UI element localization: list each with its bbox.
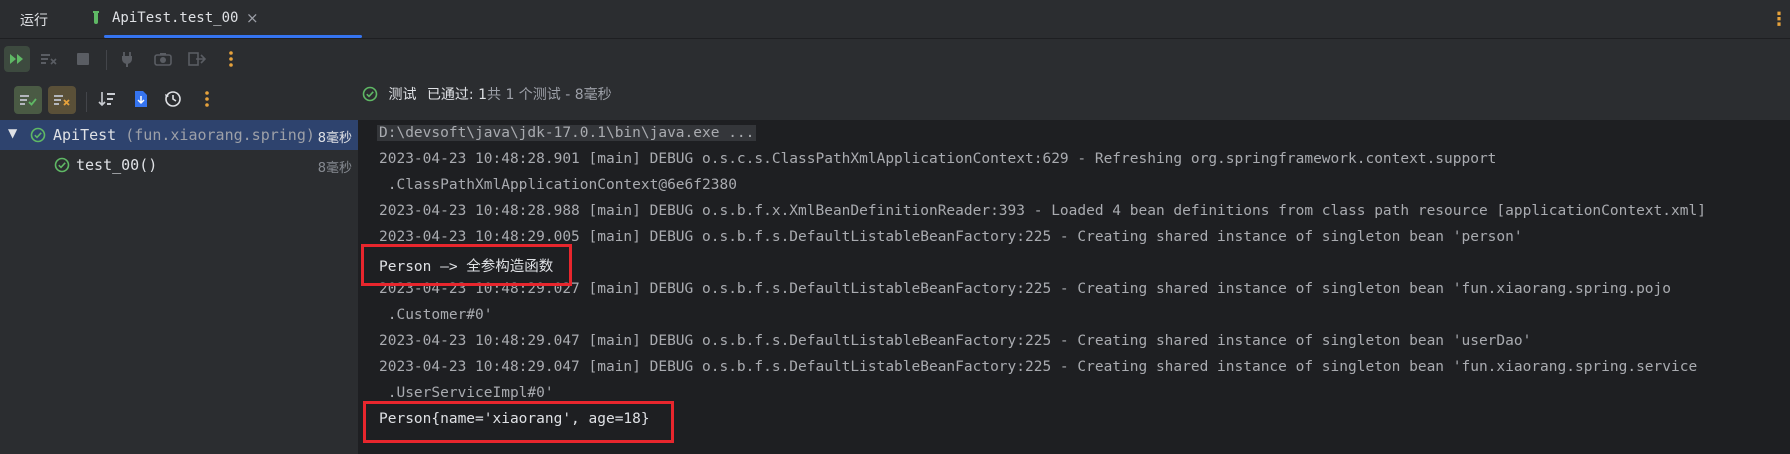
sort-icon[interactable] <box>94 86 120 112</box>
status-total-text: 共 1 个测试 - 8毫秒 <box>487 87 612 103</box>
console-line-command: D:\devsoft\java\jdk-17.0.1\bin\java.exe … <box>377 125 757 141</box>
annotation-highlight-box <box>363 401 674 443</box>
run-toolbar <box>0 40 1790 76</box>
run-tool-window-title: 运行 <box>20 13 48 29</box>
console-line-log: 2023-04-23 10:48:29.027 [main] DEBUG o.s… <box>379 281 1672 297</box>
test-duration: 8毫秒 <box>317 161 352 176</box>
tree-more-icon[interactable] <box>194 86 220 112</box>
exit-icon[interactable] <box>184 46 210 72</box>
active-tab-indicator <box>104 35 362 38</box>
tab-label: ApiTest.test_00 <box>112 10 239 26</box>
passed-check-icon <box>30 127 46 143</box>
annotation-highlight-box <box>361 244 572 286</box>
rerun-icon[interactable] <box>4 46 30 72</box>
console-line-log: .UserServiceImpl#0' <box>379 385 554 401</box>
tree-item-label: ApiTest (fun.xiaorang.spring) <box>53 126 315 144</box>
attach-debugger-icon[interactable] <box>114 46 140 72</box>
test-class-name: ApiTest <box>53 126 117 144</box>
test-tree-toolbar <box>0 82 358 118</box>
toolbar-separator <box>106 50 107 70</box>
console-line-log: 2023-04-23 10:48:28.988 [main] DEBUG o.s… <box>379 203 1706 219</box>
passed-check-icon <box>362 86 378 106</box>
passed-check-icon <box>54 157 70 173</box>
console-line-log: .ClassPathXmlApplicationContext@6e6f2380 <box>379 177 737 193</box>
test-results-tree: ▼ ApiTest (fun.xiaorang.spring) 8毫秒 test… <box>0 120 358 454</box>
more-options-icon[interactable] <box>218 46 244 72</box>
console-output[interactable]: D:\devsoft\java\jdk-17.0.1\bin\java.exe … <box>359 120 1790 454</box>
console-line-log: 2023-04-23 10:48:28.901 [main] DEBUG o.s… <box>379 151 1497 167</box>
toolbar-separator <box>86 92 87 112</box>
import-tests-icon[interactable] <box>128 86 154 112</box>
test-status-summary: 测试 已通过: 1共 1 个测试 - 8毫秒 <box>362 84 612 106</box>
test-package-name: (fun.xiaorang.spring) <box>125 126 315 144</box>
stop-icon[interactable] <box>70 46 96 72</box>
status-test-label: 测试 <box>388 87 417 103</box>
show-ignored-icon[interactable] <box>48 86 76 114</box>
console-line-log: 2023-04-23 10:48:29.005 [main] DEBUG o.s… <box>379 229 1523 245</box>
console-line-log: .Customer#0' <box>379 307 493 323</box>
history-icon[interactable] <box>160 86 186 112</box>
test-method-name: test_00() <box>76 156 158 174</box>
tab-apitest-test00[interactable]: ApiTest.test_00 × <box>92 0 362 38</box>
status-passed-count: 1 <box>478 87 487 103</box>
tree-item-test00[interactable]: test_00() 8毫秒 <box>0 150 358 180</box>
status-passed-label: 已通过: <box>426 87 474 103</box>
options-menu-icon[interactable]: ⋮ <box>1770 9 1788 30</box>
screenshot-icon[interactable] <box>150 46 176 72</box>
test-tube-icon <box>92 11 100 25</box>
show-passed-icon[interactable] <box>14 86 42 114</box>
console-line-log: 2023-04-23 10:48:29.047 [main] DEBUG o.s… <box>379 333 1532 349</box>
close-icon[interactable]: × <box>246 9 259 27</box>
tool-window-tabbar: 运行 ApiTest.test_00 × ⋮ <box>0 0 1790 39</box>
tree-item-apitest[interactable]: ▼ ApiTest (fun.xiaorang.spring) 8毫秒 <box>0 120 358 150</box>
rerun-failed-icon[interactable] <box>36 46 62 72</box>
expand-arrow-icon[interactable]: ▼ <box>8 126 17 140</box>
test-duration: 8毫秒 <box>317 131 352 146</box>
console-line-log: 2023-04-23 10:48:29.047 [main] DEBUG o.s… <box>379 359 1698 375</box>
